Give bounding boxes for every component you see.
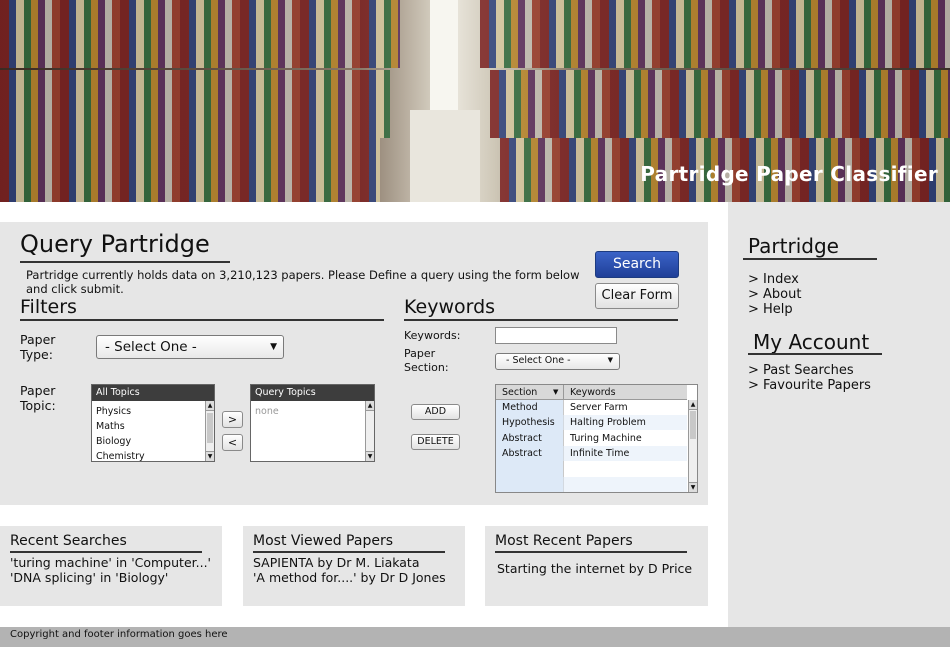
table-row[interactable] xyxy=(496,477,687,492)
most-viewed-item[interactable]: 'A method for....' by Dr D Jones xyxy=(253,570,446,585)
table-row[interactable]: Abstract Infinite Time xyxy=(496,446,687,461)
scrollbar[interactable]: ▲ ▼ xyxy=(688,400,697,492)
site-title: Partridge Paper Classifier xyxy=(640,162,938,186)
column-header-section[interactable]: Section xyxy=(502,385,537,400)
sidebar-link-index[interactable]: > Index xyxy=(748,272,799,287)
chevron-down-icon: ▼ xyxy=(270,342,277,352)
paper-type-value: - Select One - xyxy=(105,339,197,355)
chevron-down-icon: ▼ xyxy=(607,356,613,364)
scroll-down-icon[interactable]: ▼ xyxy=(689,482,697,492)
recent-searches-heading: Recent Searches xyxy=(10,533,127,549)
panel-underline xyxy=(10,551,202,553)
scroll-down-icon[interactable]: ▼ xyxy=(366,451,374,461)
sidebar-link-about[interactable]: > About xyxy=(748,287,801,302)
most-recent-panel: Most Recent Papers Starting the internet… xyxy=(485,526,708,606)
list-item: none xyxy=(255,406,279,417)
scroll-up-icon[interactable]: ▲ xyxy=(206,401,214,411)
delete-keyword-button[interactable]: DELETE xyxy=(411,434,460,450)
query-intro: Partridge currently holds data on 3,210,… xyxy=(26,268,580,296)
keywords-input[interactable] xyxy=(495,327,617,344)
list-item[interactable]: Biology xyxy=(92,434,214,449)
header-banner: Partridge Paper Classifier xyxy=(0,0,950,202)
title-underline xyxy=(20,261,230,263)
paper-section-select[interactable]: - Select One - ▼ xyxy=(495,353,620,370)
scroll-down-icon[interactable]: ▼ xyxy=(206,451,214,461)
table-row[interactable]: Abstract Turing Machine xyxy=(496,431,687,446)
library-aisle xyxy=(410,110,480,202)
panel-underline xyxy=(253,551,445,553)
most-viewed-item[interactable]: SAPIENTA by Dr M. Liakata xyxy=(253,555,420,570)
move-left-button[interactable]: < xyxy=(222,434,243,451)
all-topics-list[interactable]: All Topics Physics Maths Biology Chemist… xyxy=(91,384,215,462)
keywords-underline xyxy=(404,319,678,321)
sidebar-link-help[interactable]: > Help xyxy=(748,302,793,317)
right-sidebar xyxy=(728,202,950,627)
most-viewed-heading: Most Viewed Papers xyxy=(253,533,393,549)
bookshelf-row xyxy=(0,138,380,202)
recent-search-item[interactable]: 'turing machine' in 'Computer...' xyxy=(10,555,211,570)
bookshelf-row xyxy=(480,0,950,68)
table-cell: Abstract xyxy=(502,433,542,444)
most-recent-heading: Most Recent Papers xyxy=(495,533,633,549)
scrollbar[interactable]: ▲ ▼ xyxy=(205,401,214,461)
table-cell: Hypothesis xyxy=(502,417,555,428)
column-header-keywords[interactable]: Keywords xyxy=(570,385,616,400)
table-cell: Server Farm xyxy=(570,402,628,413)
sidebar-link-past-searches[interactable]: > Past Searches xyxy=(748,363,854,378)
query-topics-header: Query Topics xyxy=(251,385,374,401)
bookshelf-row xyxy=(490,70,950,138)
paper-section-value: - Select One - xyxy=(506,355,571,366)
clear-form-button[interactable]: Clear Form xyxy=(595,283,679,309)
list-item[interactable]: Chemistry xyxy=(92,449,214,461)
paper-section-label: Paper Section: xyxy=(404,347,449,374)
keywords-label: Keywords: xyxy=(404,329,461,342)
sidebar-partridge-heading: Partridge xyxy=(748,234,839,258)
query-topics-list[interactable]: Query Topics none ▲ ▼ xyxy=(250,384,375,462)
bookshelf-row xyxy=(0,70,390,138)
table-cell: Method xyxy=(502,402,538,413)
sidebar-underline xyxy=(743,258,877,260)
table-row[interactable]: Hypothesis Halting Problem xyxy=(496,415,687,430)
footer-text: Copyright and footer information goes he… xyxy=(10,629,228,640)
chevron-down-icon[interactable]: ▼ xyxy=(553,385,558,400)
most-recent-item[interactable]: Starting the internet by D Price xyxy=(497,561,692,576)
scroll-thumb[interactable] xyxy=(207,413,213,443)
sidebar-account-heading: My Account xyxy=(753,330,870,354)
recent-search-item[interactable]: 'DNA splicing' in 'Biology' xyxy=(10,570,168,585)
table-cell: Infinite Time xyxy=(570,448,630,459)
most-viewed-panel: Most Viewed Papers SAPIENTA by Dr M. Lia… xyxy=(243,526,465,606)
recent-searches-panel: Recent Searches 'turing machine' in 'Com… xyxy=(0,526,222,606)
all-topics-header: All Topics xyxy=(92,385,214,401)
table-cell: Abstract xyxy=(502,448,542,459)
table-row[interactable] xyxy=(496,461,687,476)
scroll-thumb[interactable] xyxy=(690,411,696,439)
list-item[interactable]: Maths xyxy=(92,419,214,434)
table-row[interactable]: Method Server Farm xyxy=(496,400,687,415)
paper-type-select[interactable]: - Select One - ▼ xyxy=(96,335,284,359)
table-header: Section ▼ Keywords xyxy=(496,385,687,400)
column-divider xyxy=(563,385,564,400)
filters-underline xyxy=(20,319,384,321)
add-keyword-button[interactable]: ADD xyxy=(411,404,460,420)
table-cell: Halting Problem xyxy=(570,417,646,428)
paper-type-label: Paper Type: xyxy=(20,332,56,362)
table-cell: Turing Machine xyxy=(570,433,642,444)
scroll-up-icon[interactable]: ▲ xyxy=(689,400,697,410)
footer: Copyright and footer information goes he… xyxy=(0,627,950,647)
list-item[interactable]: Physics xyxy=(92,404,214,419)
sidebar-link-favourite-papers[interactable]: > Favourite Papers xyxy=(748,378,871,393)
search-button[interactable]: Search xyxy=(595,251,679,278)
panel-underline xyxy=(495,551,687,553)
keywords-table[interactable]: Section ▼ Keywords Method Server Farm Hy… xyxy=(495,384,698,493)
paper-topic-label: Paper Topic: xyxy=(20,383,56,413)
scrollbar[interactable]: ▲ ▼ xyxy=(365,401,374,461)
sidebar-underline xyxy=(748,353,882,355)
move-right-button[interactable]: > xyxy=(222,411,243,428)
page-title: Query Partridge xyxy=(20,230,210,258)
keywords-heading: Keywords xyxy=(404,296,496,318)
filters-heading: Filters xyxy=(20,296,77,318)
scroll-up-icon[interactable]: ▲ xyxy=(366,401,374,411)
ceiling-light xyxy=(430,0,458,110)
